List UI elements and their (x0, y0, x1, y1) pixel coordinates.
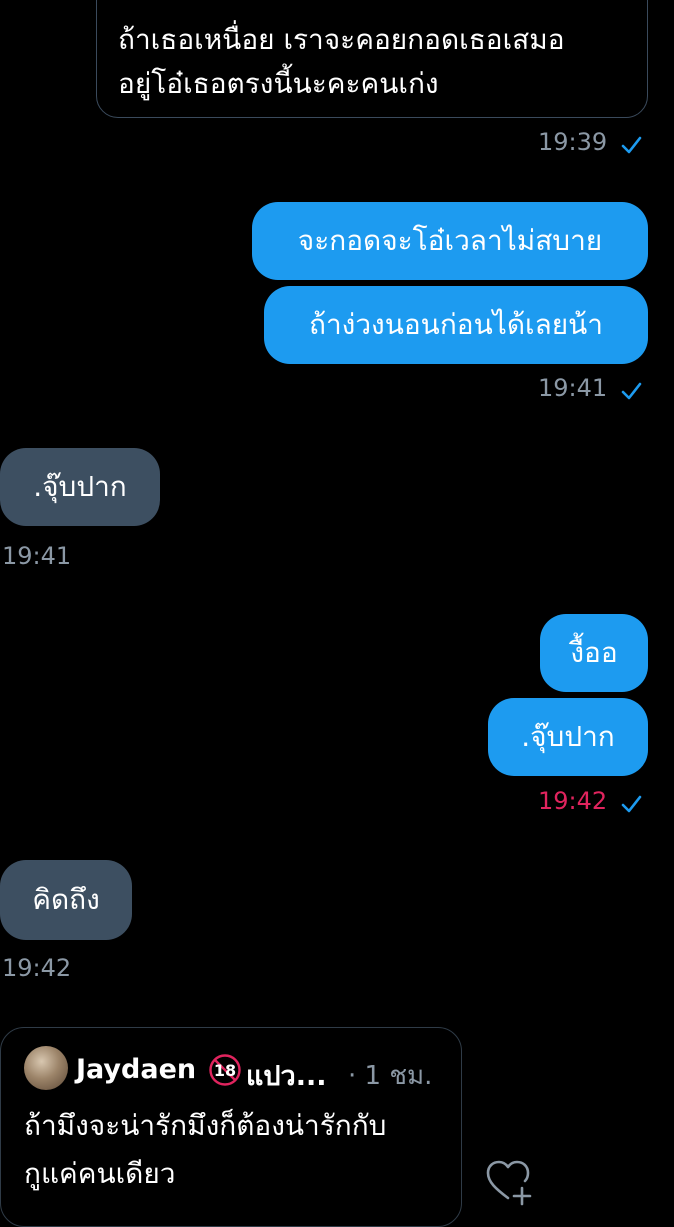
message-timestamp: 19:42 (2, 954, 72, 982)
message-timestamp: 19:42 (538, 787, 608, 815)
message-timestamp: 19:41 (538, 374, 608, 402)
heart-add-icon[interactable] (482, 1154, 534, 1206)
message-timestamp: 19:39 (538, 128, 608, 156)
tweet-author-name-suffix: แปว... (246, 1061, 327, 1092)
outgoing-message-bubble[interactable]: จะกอดจะโอ๋เวลาไม่สบาย (252, 202, 648, 280)
outgoing-message-bubble[interactable]: .จุ๊บปาก (488, 698, 648, 776)
avatar[interactable] (24, 1046, 68, 1090)
tweet-timestamp: · 1 ชม. (348, 1061, 433, 1091)
checkmark-icon (621, 136, 642, 154)
incoming-message-bubble[interactable]: .จุ๊บปาก (0, 448, 160, 526)
message-text: จะกอดจะโอ๋เวลาไม่สบาย (297, 224, 603, 257)
age-badge-text: 18 (214, 1061, 236, 1080)
message-text: ถ้าง่วงนอนก่อนได้เลยน้า (308, 308, 603, 341)
previous-message-text: ถ้าเธอเหนื่อย เราจะคอยกอดเธอเสมอ อยู่โอ๋… (118, 23, 565, 100)
message-text: .จุ๊บปาก (33, 470, 127, 503)
outgoing-message-bubble[interactable]: ถ้าง่วงนอนก่อนได้เลยน้า (264, 286, 648, 364)
incoming-message-bubble[interactable]: คิดถึง (0, 860, 132, 940)
checkmark-icon (621, 795, 642, 813)
tweet-author-name: Jaydaen (76, 1054, 197, 1085)
age-restricted-18-icon: 18 (209, 1054, 241, 1086)
outgoing-message-bubble[interactable]: งื้ออ (540, 614, 648, 692)
message-text: งื้ออ (570, 636, 618, 669)
checkmark-icon (621, 382, 642, 400)
message-text: คิดถึง (32, 883, 100, 916)
message-timestamp: 19:41 (2, 542, 72, 570)
message-text: .จุ๊บปาก (521, 720, 615, 753)
tweet-text: ถ้ามึงจะน่ารักมึงก็ต้องน่ารักกับ กูแค่คน… (24, 1109, 387, 1190)
